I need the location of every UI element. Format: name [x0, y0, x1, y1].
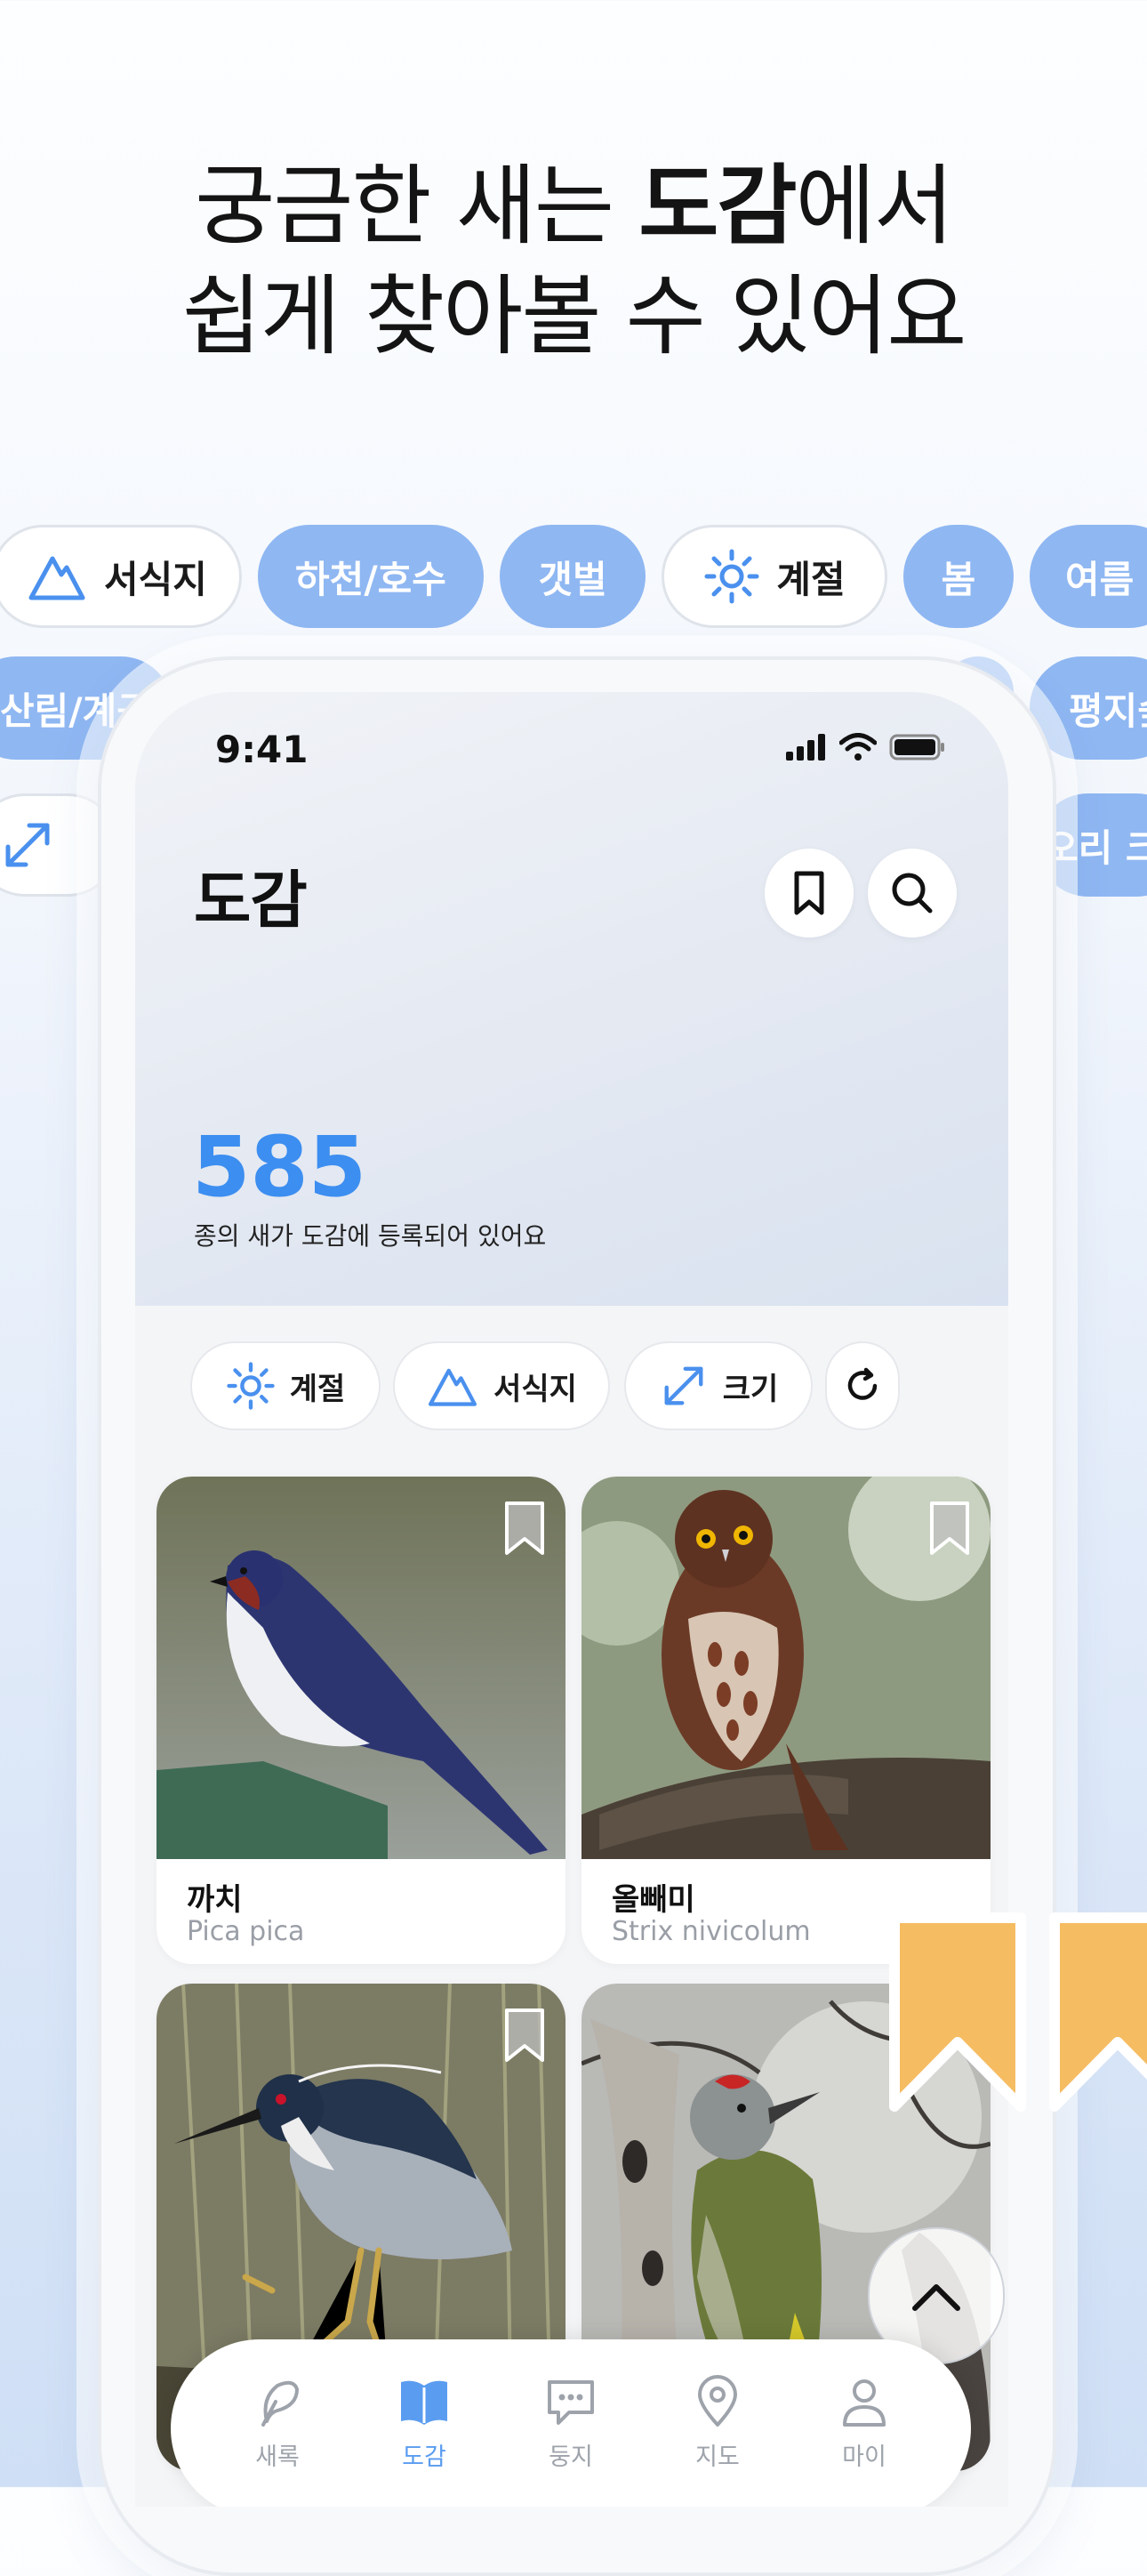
book-icon [401, 2380, 447, 2425]
chip-label: 갯벌 [538, 557, 607, 601]
phone-screen: 9:41 도감 585 종의 새가 도감에 등록되어 있어요 계절 서식지 크기 [135, 692, 1008, 2507]
bg-chip-summer: 여름 [1030, 525, 1147, 628]
filter-size[interactable]: 크기 [624, 1341, 813, 1430]
search-icon [892, 873, 933, 914]
tab-saerok[interactable]: 새록 [224, 2375, 331, 2472]
sun-icon [704, 549, 759, 604]
bird-card[interactable]: 올빼미 Strix nivicolum [582, 1477, 991, 1964]
bg-chip-season: 계절 [662, 525, 887, 628]
mountain-icon [28, 556, 85, 600]
bottom-tab-bar: 새록 도감 둥지 지도 마이 [171, 2339, 971, 2507]
filter-label: 서식지 [493, 1371, 577, 1407]
mountain-icon [429, 1368, 477, 1406]
expand-icon [664, 1366, 703, 1405]
search-button[interactable] [868, 849, 957, 938]
species-count: 585 [192, 1119, 367, 1216]
tab-label: 도감 [402, 2443, 446, 2471]
bookmark-list-button[interactable] [765, 849, 854, 938]
tab-label: 새록 [255, 2443, 300, 2471]
filter-season[interactable]: 계절 [190, 1341, 381, 1430]
reset-filter-button[interactable] [825, 1341, 900, 1430]
chip-label: 오리 크기 [1044, 825, 1147, 870]
user-icon [843, 2379, 886, 2427]
headline-line2: 쉽게 찾아볼 수 있어요 [181, 266, 967, 367]
bird-scientific-name: Strix nivicolum [612, 1916, 811, 1947]
bookmark-icon[interactable] [501, 1500, 548, 1557]
chip-label: 하천/호수 [295, 557, 446, 601]
species-count-caption: 종의 새가 도감에 등록되어 있어요 [194, 1221, 547, 1251]
refresh-icon [847, 1367, 878, 1400]
headline-bold: 도감 [638, 156, 797, 257]
bookmark-icon[interactable] [501, 2007, 548, 2064]
headline-text: 궁금한 새는 [195, 156, 639, 257]
bird-card[interactable]: 까치 Pica pica [156, 1477, 565, 1964]
bird-scientific-name: Pica pica [187, 1916, 305, 1947]
filter-label: 크기 [722, 1371, 779, 1407]
bookmark-icon [794, 871, 824, 915]
tab-dogam[interactable]: 도감 [371, 2375, 477, 2472]
bg-chip-river: 하천/호수 [258, 525, 484, 628]
status-icons [786, 733, 946, 761]
filter-label: 계절 [289, 1371, 346, 1407]
tab-label: 지도 [695, 2443, 740, 2471]
status-time: 9:41 [215, 728, 309, 771]
feather-icon [261, 2380, 299, 2427]
bg-chip-spring: 봄 [903, 525, 1014, 628]
wifi-icon [839, 733, 877, 761]
chip-label: 여름 [1065, 557, 1135, 601]
chat-icon [548, 2380, 594, 2425]
battery-icon [889, 734, 944, 761]
signal-icon [786, 734, 825, 761]
chip-label: 평지숲 [1069, 688, 1147, 733]
bg-chip-tidalflat: 갯벌 [500, 525, 646, 628]
chevron-up-icon [912, 2284, 960, 2311]
headline-line1: 궁금한 새는 도감에서 [0, 151, 1147, 262]
page-title: 도감 [194, 864, 308, 937]
bookmark-icon[interactable] [926, 1500, 973, 1557]
bookmark-decoration-icon [1049, 1912, 1147, 2112]
chip-label: 봄 [941, 557, 976, 601]
tab-label: 둥지 [549, 2443, 593, 2471]
filter-habitat[interactable]: 서식지 [393, 1341, 610, 1430]
bookmark-decoration-icon [889, 1912, 1026, 2112]
location-pin-icon [698, 2375, 737, 2427]
tab-label: 마이 [842, 2443, 886, 2471]
headline-text-post: 에서 [795, 156, 954, 257]
chip-label: 계절 [776, 557, 846, 601]
expand-icon [5, 823, 50, 867]
tab-map[interactable]: 지도 [664, 2375, 771, 2472]
headline: 궁금한 새는 도감에서 쉽게 찾아볼 수 있어요 [0, 151, 1147, 372]
bird-name: 올빼미 [612, 1882, 695, 1918]
tab-my[interactable]: 마이 [811, 2375, 918, 2472]
tab-dungji[interactable]: 둥지 [517, 2375, 624, 2472]
bg-chip-habitat: 서식지 [0, 525, 242, 628]
bird-name: 까치 [187, 1882, 243, 1918]
chip-label: 서식지 [104, 557, 207, 601]
sun-icon [227, 1362, 275, 1410]
